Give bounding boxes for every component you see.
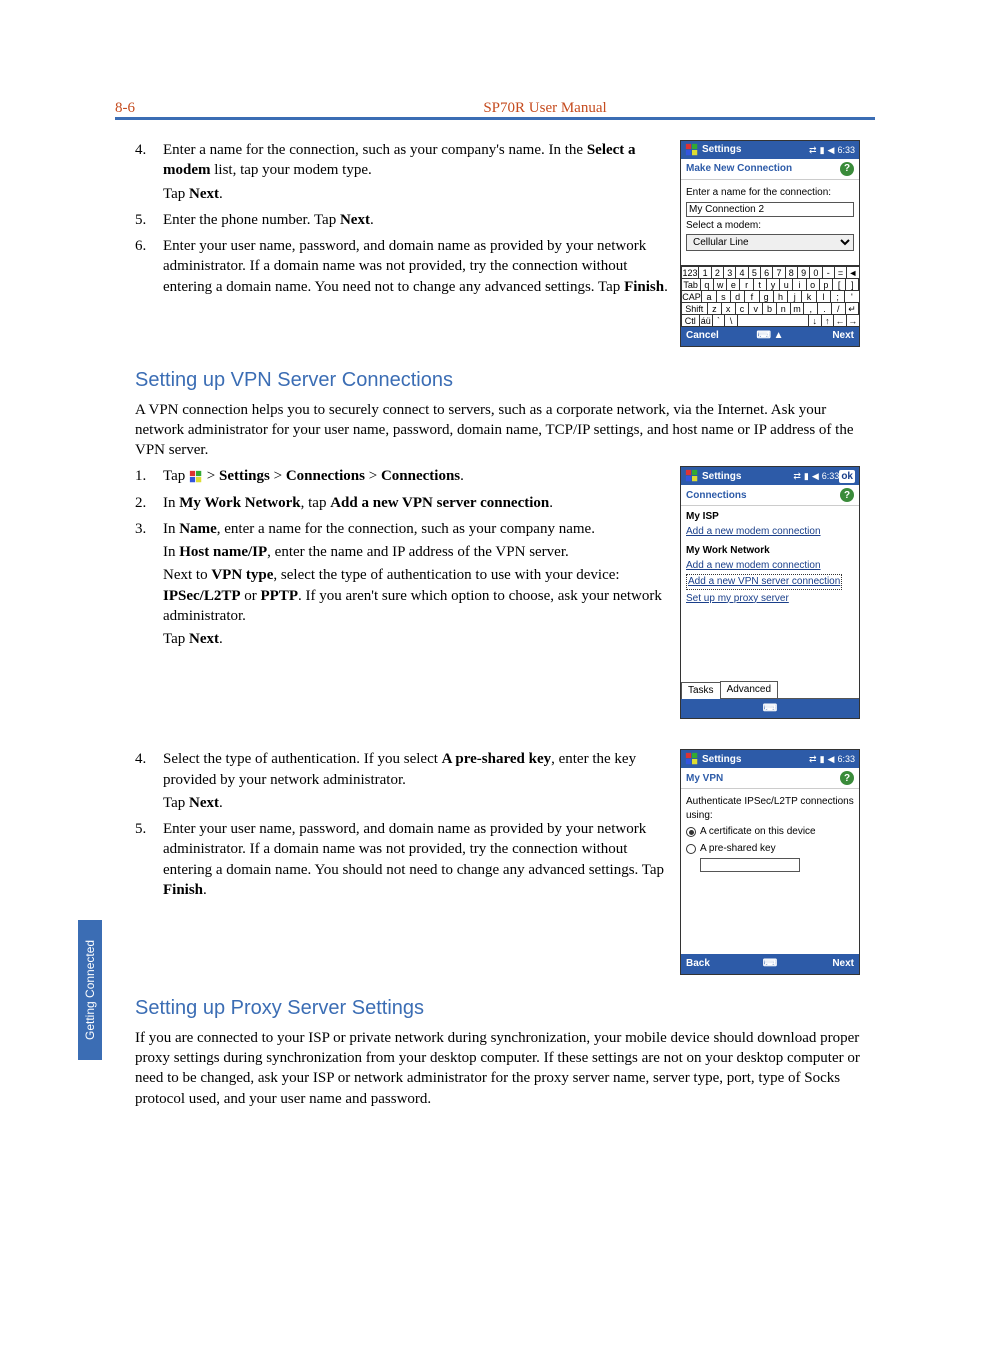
tabs: Tasks Advanced	[681, 681, 859, 699]
heading-proxy: Setting up Proxy Server Settings	[135, 995, 860, 1022]
soft-keyboard[interactable]: 1231234567890-=◄ Tabqwertyuiop[] CAPasdf…	[681, 265, 859, 326]
section1-text: 4. Enter a name for the connection, such…	[135, 140, 670, 303]
device-titlebar: Settings ⇄ ▮ ◀ 6:33	[681, 141, 859, 159]
start-icon	[189, 470, 203, 484]
start-icon	[685, 469, 699, 483]
device-screenshot-1: Settings ⇄ ▮ ◀ 6:33 Make New Connection?…	[680, 140, 860, 347]
section1-row: 4. Enter a name for the connection, such…	[135, 140, 860, 347]
network-icon: ⇄	[793, 470, 801, 482]
speaker-icon: ◀	[828, 753, 835, 765]
network-icon: ⇄	[809, 753, 817, 765]
radio-preshared[interactable]: A pre-shared key	[686, 842, 854, 856]
page-number: 8-6	[115, 100, 215, 117]
speaker-icon: ◀	[828, 144, 835, 156]
add-vpn-link[interactable]: Add a new VPN server connection	[686, 574, 842, 590]
proxy-link[interactable]: Set up my proxy server	[686, 592, 854, 606]
device-softkeys: ⌨	[681, 699, 859, 719]
list-item: 2. In My Work Network, tap Add a new VPN…	[135, 493, 670, 513]
radio-certificate[interactable]: A certificate on this device	[686, 825, 854, 839]
start-icon	[685, 752, 699, 766]
heading-vpn: Setting up VPN Server Connections	[135, 367, 860, 394]
add-modem-link[interactable]: Add a new modem connection	[686, 559, 854, 573]
device-subtitle: Make New Connection?	[681, 159, 859, 180]
device-subtitle: My VPN?	[681, 768, 859, 789]
list-item: 5. Enter the phone number. Tap Next.	[135, 210, 670, 230]
cancel-button[interactable]: Cancel	[686, 329, 742, 343]
signal-icon: ▮	[820, 144, 825, 156]
next-button[interactable]: Next	[798, 329, 854, 343]
help-icon: ?	[840, 488, 854, 502]
page-title: SP70R User Manual	[215, 100, 875, 117]
vpn-intro: A VPN connection helps you to securely c…	[135, 400, 860, 461]
device-titlebar: Settings ⇄ ▮ ◀ 6:33 ok	[681, 467, 859, 485]
side-tab-label: Getting Connected	[78, 920, 102, 1060]
content: 4. Enter a name for the connection, such…	[135, 140, 860, 1109]
device-screenshot-2: Settings ⇄ ▮ ◀ 6:33 ok Connections? My I…	[680, 466, 860, 719]
device-softkeys: Cancel ⌨ ▲ Next	[681, 326, 859, 346]
device-titlebar: Settings ⇄ ▮ ◀ 6:33	[681, 750, 859, 768]
list-item: 4. Enter a name for the connection, such…	[135, 140, 670, 204]
modem-select[interactable]: Cellular Line	[686, 234, 854, 251]
tab-tasks[interactable]: Tasks	[681, 682, 721, 699]
section2-row2: 4. Select the type of authentication. If…	[135, 749, 860, 975]
speaker-icon: ◀	[812, 470, 819, 482]
start-icon	[685, 143, 699, 157]
device-screenshot-3: Settings ⇄ ▮ ◀ 6:33 My VPN? Authenticate…	[680, 749, 860, 975]
page: 8-6 SP70R User Manual Getting Connected …	[0, 0, 992, 1358]
proxy-body: If you are connected to your ISP or priv…	[135, 1028, 860, 1109]
keyboard-toggle-icon[interactable]: ⌨	[742, 702, 798, 716]
list-item: 4. Select the type of authentication. If…	[135, 749, 670, 813]
list-item: 1. Tap > Settings > Connections > Connec…	[135, 466, 670, 486]
network-icon: ⇄	[809, 144, 817, 156]
add-modem-link[interactable]: Add a new modem connection	[686, 525, 854, 539]
page-header: 8-6 SP70R User Manual	[115, 100, 875, 120]
device-subtitle: Connections?	[681, 485, 859, 506]
section2-row1: 1. Tap > Settings > Connections > Connec…	[135, 466, 860, 719]
device-body: Enter a name for the connection: Select …	[681, 180, 859, 265]
back-button[interactable]: Back	[686, 957, 742, 971]
help-icon: ?	[840, 162, 854, 176]
signal-icon: ▮	[804, 470, 809, 482]
tab-advanced[interactable]: Advanced	[720, 681, 778, 698]
signal-icon: ▮	[820, 753, 825, 765]
list-item: 6. Enter your user name, password, and d…	[135, 236, 670, 297]
keyboard-toggle-icon[interactable]: ⌨	[742, 957, 798, 971]
help-icon: ?	[840, 771, 854, 785]
ok-button[interactable]: ok	[839, 470, 855, 484]
preshared-key-input[interactable]	[700, 858, 800, 872]
next-button[interactable]: Next	[798, 957, 854, 971]
keyboard-toggle-icon[interactable]: ⌨ ▲	[742, 329, 798, 343]
device-body: My ISP Add a new modem connection My Wor…	[681, 506, 859, 641]
list-item: 3. In Name, enter a name for the connect…	[135, 519, 670, 650]
device-softkeys: Back ⌨ Next	[681, 954, 859, 974]
list-item: 5. Enter your user name, password, and d…	[135, 819, 670, 900]
device-body: Authenticate IPSec/L2TP connections usin…	[681, 789, 859, 954]
connection-name-input[interactable]	[686, 202, 854, 217]
